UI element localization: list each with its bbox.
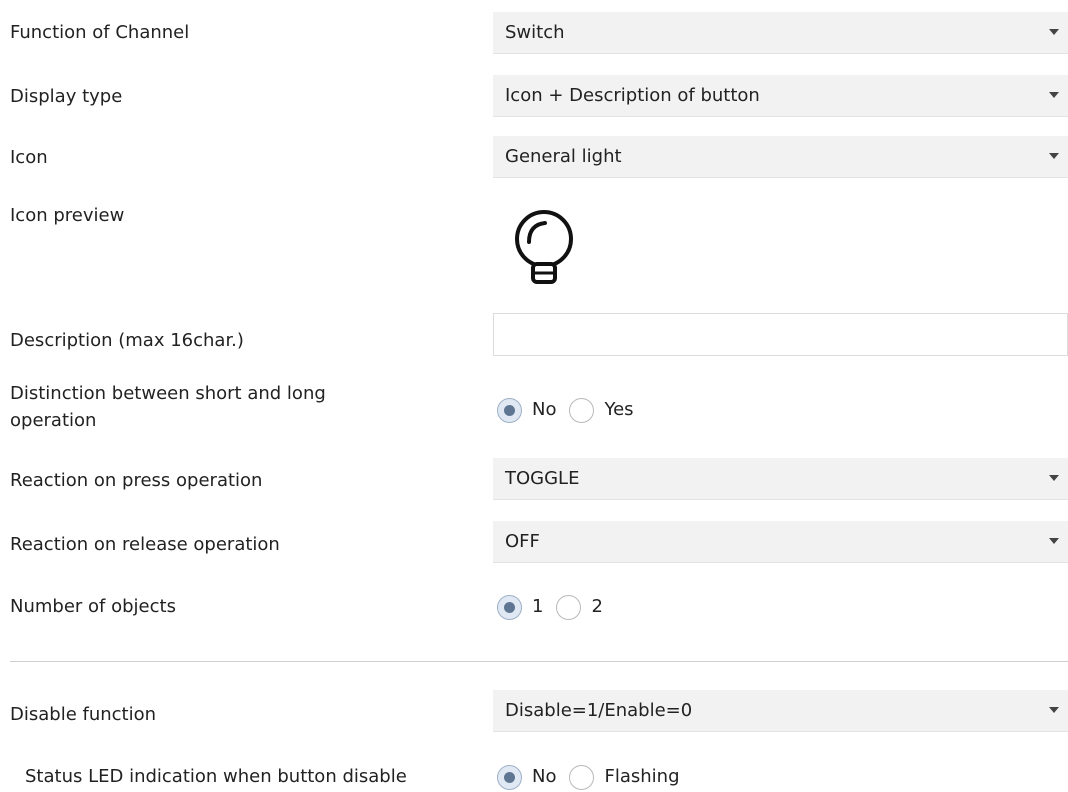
radio-unselected-icon (569, 397, 595, 423)
chevron-down-icon (1049, 475, 1059, 481)
display-type-label: Display type (10, 86, 123, 107)
reaction-release-label: Reaction on release operation (10, 534, 280, 555)
reaction-press-value: TOGGLE (505, 468, 580, 489)
status-led-label: Status LED indication when button disabl… (25, 766, 407, 787)
radio-selected-icon (497, 764, 522, 790)
icon-preview-label: Icon preview (10, 205, 125, 226)
radio-unselected-icon (556, 594, 582, 620)
number-of-objects-radio-group: 1 2 (497, 592, 616, 622)
chevron-down-icon (1049, 92, 1059, 98)
objects-radio-2[interactable]: 2 (556, 594, 603, 620)
objects-option-2: 2 (591, 596, 603, 617)
function-of-channel-dropdown[interactable]: Switch (493, 12, 1068, 54)
icon-value: General light (505, 146, 622, 167)
distinction-label: Distinction between short and long opera… (10, 380, 326, 434)
reaction-release-dropdown[interactable]: OFF (493, 521, 1068, 563)
status-led-radio-group: No Flashing (497, 762, 693, 792)
objects-radio-1[interactable]: 1 (497, 594, 544, 620)
section-divider (10, 661, 1068, 662)
distinction-label-line2: operation (10, 410, 97, 431)
distinction-option-no: No (532, 399, 557, 420)
distinction-option-yes: Yes (604, 399, 634, 420)
status-led-option-flashing: Flashing (604, 766, 680, 787)
chevron-down-icon (1049, 153, 1059, 159)
status-led-radio-flashing[interactable]: Flashing (569, 764, 680, 790)
objects-option-1: 1 (532, 596, 544, 617)
distinction-radio-yes[interactable]: Yes (569, 397, 634, 423)
disable-function-label: Disable function (10, 704, 157, 725)
description-label: Description (max 16char.) (10, 330, 244, 351)
icon-label: Icon (10, 147, 48, 168)
chevron-down-icon (1049, 538, 1059, 544)
radio-unselected-icon (569, 764, 595, 790)
distinction-label-line1: Distinction between short and long (10, 383, 326, 404)
description-input[interactable] (493, 313, 1068, 356)
function-of-channel-label: Function of Channel (10, 22, 190, 43)
disable-function-dropdown[interactable]: Disable=1/Enable=0 (493, 690, 1068, 732)
reaction-press-label: Reaction on press operation (10, 470, 263, 491)
number-of-objects-label: Number of objects (10, 596, 176, 617)
display-type-dropdown[interactable]: Icon + Description of button (493, 75, 1068, 117)
display-type-value: Icon + Description of button (505, 85, 760, 106)
disable-function-value: Disable=1/Enable=0 (505, 700, 693, 721)
icon-dropdown[interactable]: General light (493, 136, 1068, 178)
function-of-channel-value: Switch (505, 22, 565, 43)
chevron-down-icon (1049, 707, 1059, 713)
reaction-press-dropdown[interactable]: TOGGLE (493, 458, 1068, 500)
distinction-radio-no[interactable]: No (497, 397, 557, 423)
chevron-down-icon (1049, 29, 1059, 35)
reaction-release-value: OFF (505, 531, 540, 552)
radio-selected-icon (497, 397, 522, 423)
status-led-radio-no[interactable]: No (497, 764, 557, 790)
status-led-option-no: No (532, 766, 557, 787)
light-bulb-icon (505, 208, 583, 290)
radio-selected-icon (497, 594, 522, 620)
distinction-radio-group: No Yes (497, 395, 647, 425)
